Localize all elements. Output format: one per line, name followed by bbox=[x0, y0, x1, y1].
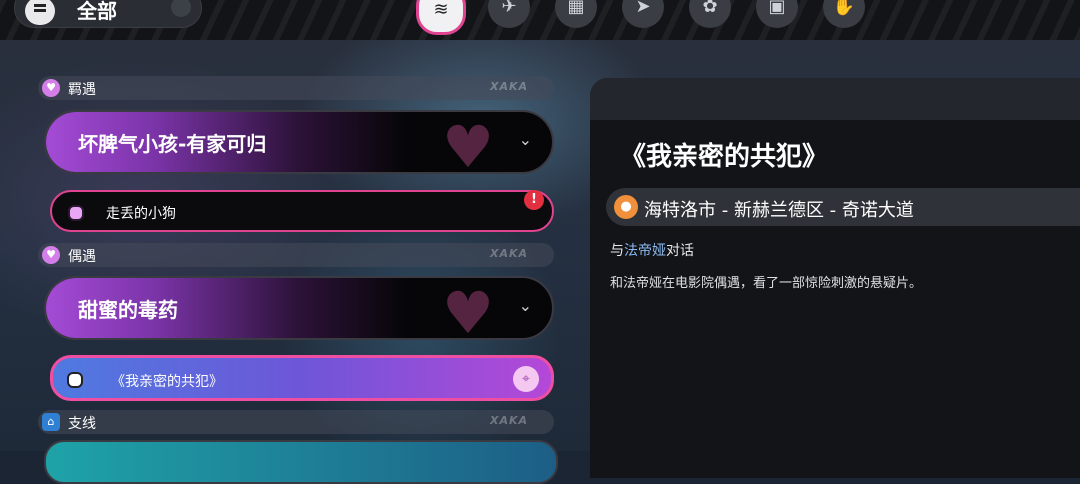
section-label: 偶遇 bbox=[68, 249, 96, 265]
heart-icon: ♥ bbox=[42, 246, 60, 264]
objective-text: 与法帝娅对话 bbox=[610, 240, 694, 260]
chevron-down-icon bbox=[171, 0, 191, 17]
side-quest-icon: ⌂ bbox=[42, 413, 60, 431]
tab-film-icon[interactable]: ▦ bbox=[555, 0, 597, 28]
task-row-lost-puppy[interactable]: 走丢的小狗 ! bbox=[50, 190, 554, 232]
quest-description: 和法帝娅在电影院偶遇，看了一部惊险刺激的悬疑片。 bbox=[610, 276, 923, 291]
objective-suffix: 对话 bbox=[666, 243, 694, 259]
section-deco-text: XAKA bbox=[489, 414, 528, 427]
section-header-bond: ♥ 羁遇 XAKA bbox=[38, 76, 554, 100]
quest-title: 坏脾气小孩-有家可归 bbox=[78, 132, 267, 156]
section-label: 羁遇 bbox=[68, 82, 96, 98]
objective-character-name: 法帝娅 bbox=[624, 243, 666, 259]
tab-hand-icon[interactable]: ✋ bbox=[823, 0, 865, 28]
chevron-down-icon: ⌄ bbox=[518, 130, 532, 149]
tab-stack-icon[interactable]: ≋ bbox=[416, 0, 466, 35]
category-tabs: ≋ ✈ ▦ ➤ ✿ ▣ ✋ bbox=[380, 0, 920, 35]
filter-label: 全部 bbox=[77, 0, 117, 23]
quest-detail-panel: 《我亲密的共犯》 ● 海特洛市 - 新赫兰德区 - 奇诺大道 与法帝娅对话 和法… bbox=[590, 78, 1080, 478]
section-deco-text: XAKA bbox=[489, 80, 528, 93]
filter-list-icon bbox=[25, 0, 55, 25]
chevron-down-icon: ⌄ bbox=[518, 296, 532, 315]
map-pin-icon[interactable]: ⌖ bbox=[513, 366, 539, 392]
tab-tv-icon[interactable]: ▣ bbox=[756, 0, 798, 28]
task-label: 《我亲密的共犯》 bbox=[111, 374, 223, 390]
task-dot-icon bbox=[67, 372, 83, 388]
location-bar: ● 海特洛市 - 新赫兰德区 - 奇诺大道 bbox=[606, 188, 1080, 226]
alert-icon: ! bbox=[524, 190, 544, 210]
filter-dropdown[interactable]: 全部 bbox=[14, 0, 202, 28]
heart-icon: ♥ bbox=[42, 79, 60, 97]
tab-gift-icon[interactable]: ✿ bbox=[689, 0, 731, 28]
heart-deco-icon: ♥ bbox=[442, 113, 494, 174]
location-text: 海特洛市 - 新赫兰德区 - 奇诺大道 bbox=[644, 200, 914, 221]
section-header-side: ⌂ 支线 XAKA bbox=[38, 410, 554, 434]
task-row-my-intimate-accomplice[interactable]: 《我亲密的共犯》 ⌖ bbox=[50, 355, 554, 401]
detail-header-strip bbox=[590, 78, 1080, 120]
section-deco-text: XAKA bbox=[489, 247, 528, 260]
objective-prefix: 与 bbox=[610, 243, 624, 259]
quest-title: 甜蜜的毒药 bbox=[78, 298, 178, 322]
tab-main-story-icon[interactable]: ✈ bbox=[488, 0, 530, 28]
quest-card-sweet-poison[interactable]: ♥ 甜蜜的毒药 ⌄ bbox=[44, 276, 554, 340]
location-pin-icon: ● bbox=[614, 195, 638, 219]
tab-paper-plane-icon[interactable]: ➤ bbox=[622, 0, 664, 28]
task-label: 走丢的小狗 bbox=[106, 206, 176, 222]
task-dot-icon bbox=[68, 205, 84, 221]
quest-card-partial[interactable] bbox=[44, 440, 558, 484]
top-bar: 全部 ≋ ✈ ▦ ➤ ✿ ▣ ✋ bbox=[0, 0, 1080, 40]
detail-title: 《我亲密的共犯》 bbox=[620, 142, 829, 172]
section-header-encounter: ♥ 偶遇 XAKA bbox=[38, 243, 554, 267]
section-label: 支线 bbox=[68, 416, 96, 432]
heart-deco-icon: ♥ bbox=[442, 279, 494, 340]
quest-card-bad-tempered-kid[interactable]: ♥ 坏脾气小孩-有家可归 ⌄ bbox=[44, 110, 554, 174]
